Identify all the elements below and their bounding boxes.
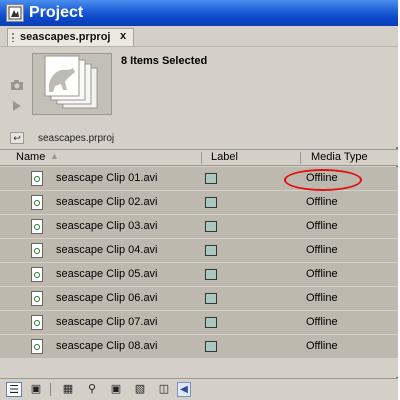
column-header-name[interactable]: Name <box>16 151 45 163</box>
media-type-value: Offline <box>306 316 338 328</box>
clip-name: seascape Clip 06.avi <box>56 292 158 304</box>
toolbar-divider <box>50 383 51 396</box>
media-type-value: Offline <box>306 196 338 208</box>
clip-name: seascape Clip 02.avi <box>56 196 158 208</box>
clip-name: seascape Clip 04.avi <box>56 244 158 256</box>
media-type-value: Offline <box>306 268 338 280</box>
table-row[interactable]: seascape Clip 03.avi Offline <box>0 215 398 239</box>
column-divider[interactable] <box>300 152 301 164</box>
scroll-left-icon[interactable]: ◀ <box>177 382 191 397</box>
label-color-swatch[interactable] <box>205 317 217 328</box>
video-clip-icon <box>31 195 43 210</box>
title-bar[interactable]: Project <box>0 0 398 26</box>
find-icon[interactable]: ⚲ <box>84 382 100 397</box>
new-item-icon[interactable]: ▧ <box>132 382 148 397</box>
clip-name: seascape Clip 08.avi <box>56 340 158 352</box>
table-row[interactable]: seascape Clip 05.avi Offline <box>0 263 398 287</box>
icon-view-icon[interactable]: ▣ <box>28 382 44 397</box>
storyboard-icon[interactable]: ▦ <box>60 382 76 397</box>
clip-name: seascape Clip 03.avi <box>56 220 158 232</box>
clip-name: seascape Clip 05.avi <box>56 268 158 280</box>
new-bin-icon[interactable]: ▣ <box>108 382 124 397</box>
video-clip-icon <box>31 339 43 354</box>
label-color-swatch[interactable] <box>205 221 217 232</box>
label-color-swatch[interactable] <box>205 341 217 352</box>
folder-up-icon[interactable]: ↩ <box>10 132 24 144</box>
label-color-swatch[interactable] <box>205 197 217 208</box>
annotation-circle <box>284 169 362 191</box>
table-row[interactable]: seascape Clip 06.avi Offline <box>0 287 398 311</box>
video-clip-icon <box>31 267 43 282</box>
video-clip-icon <box>31 219 43 234</box>
sort-ascending-icon[interactable]: ▲ <box>50 151 59 161</box>
play-icon[interactable] <box>12 100 22 115</box>
table-row[interactable]: seascape Clip 04.avi Offline <box>0 239 398 263</box>
label-color-swatch[interactable] <box>205 293 217 304</box>
project-panel-icon <box>6 4 24 22</box>
tab-seascapes-project[interactable]: seascapes.prproj x <box>7 28 134 46</box>
clip-name: seascape Clip 07.avi <box>56 316 158 328</box>
label-color-swatch[interactable] <box>205 245 217 256</box>
project-panel: Project seascapes.prproj x 8 Items Selec… <box>0 0 398 400</box>
list-view-icon[interactable]: ☰ <box>6 382 22 397</box>
column-header-media-type[interactable]: Media Type <box>311 151 368 163</box>
panel-toolbar: ☰ ▣ ▦ ⚲ ▣ ▧ ◫ ◀ <box>0 378 398 400</box>
video-clip-icon <box>31 243 43 258</box>
table-row[interactable]: seascape Clip 08.avi Offline <box>0 335 398 359</box>
column-header-label[interactable]: Label <box>211 151 238 163</box>
tab-grip-icon[interactable] <box>11 32 15 42</box>
video-clip-icon <box>31 291 43 306</box>
clip-name: seascape Clip 01.avi <box>56 172 158 184</box>
selection-count: 8 Items Selected <box>121 55 208 67</box>
media-type-value: Offline <box>306 292 338 304</box>
window-title: Project <box>29 4 84 21</box>
tab-strip: seascapes.prproj x <box>0 26 398 47</box>
close-icon[interactable]: x <box>120 30 126 42</box>
media-type-value: Offline <box>306 220 338 232</box>
label-color-swatch[interactable] <box>205 173 217 184</box>
table-row[interactable]: seascape Clip 07.avi Offline <box>0 311 398 335</box>
clip-list: seascape Clip 01.avi Offline seascape Cl… <box>0 167 398 377</box>
bin-path-row: ↩ seascapes.prproj <box>0 130 398 148</box>
label-color-swatch[interactable] <box>205 269 217 280</box>
table-row[interactable]: seascape Clip 02.avi Offline <box>0 191 398 215</box>
media-type-value: Offline <box>306 244 338 256</box>
video-clip-icon <box>31 315 43 330</box>
bin-path-label: seascapes.prproj <box>38 133 115 144</box>
stacked-clips-icon <box>32 53 112 115</box>
tab-label: seascapes.prproj <box>20 31 111 43</box>
media-type-value: Offline <box>306 340 338 352</box>
column-divider[interactable] <box>201 152 202 164</box>
camera-icon[interactable] <box>10 79 24 94</box>
column-header-row: Name ▲ Label Media Type <box>0 149 398 166</box>
trash-icon[interactable]: ◫ <box>156 382 172 397</box>
video-clip-icon <box>31 171 43 186</box>
